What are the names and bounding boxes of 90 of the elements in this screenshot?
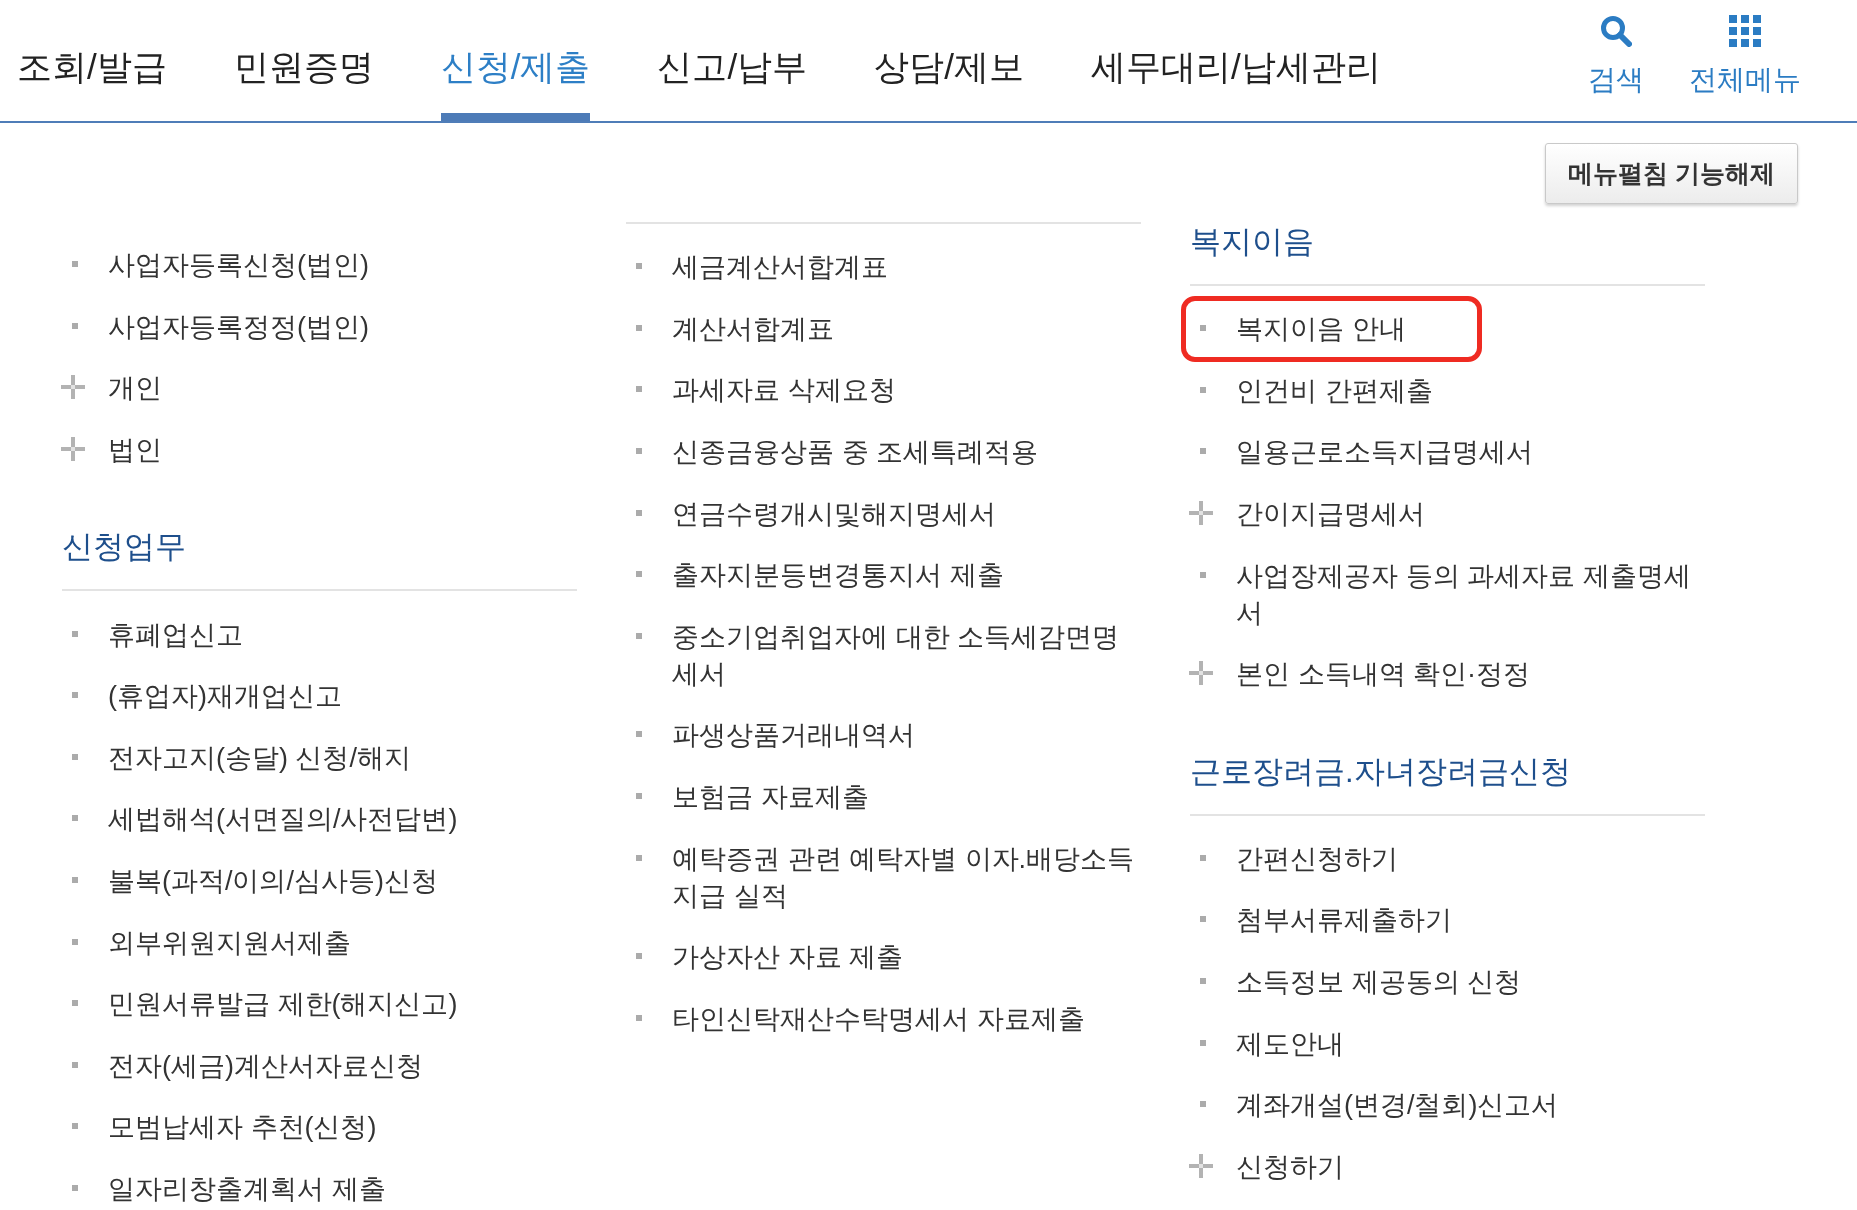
menu-link[interactable]: 모범납세자 추천(신청) [108, 1109, 377, 1147]
bullet-icon [1200, 571, 1206, 578]
menu-link[interactable]: 사업장제공자 등의 과세자료 제출명세서 [1236, 557, 1701, 632]
section-heading: 근로장려금.자녀장려금신청 [1190, 752, 1572, 791]
menu-link[interactable]: 불복(과적/이의/심사등)신청 [108, 863, 438, 901]
bullet-icon [72, 322, 78, 329]
menu-link[interactable]: 일용근로소득지급명세서 [1236, 434, 1533, 472]
menu-link[interactable]: 출자지분등변경통지서 제출 [672, 557, 1004, 595]
menu-link[interactable]: 전자고지(송달) 신청/해지 [108, 739, 411, 777]
menu-link[interactable]: (휴업자)재개업신고 [108, 678, 342, 716]
bullet-icon [72, 877, 78, 884]
menu-link[interactable]: 사업자등록신청(법인) [108, 247, 369, 285]
menu-link[interactable]: 과세자료 삭제요청 [672, 372, 896, 410]
bullet-icon [72, 1185, 78, 1191]
bullet-icon [1200, 386, 1206, 393]
bullet-icon [72, 1061, 78, 1068]
bullet-icon [72, 692, 78, 699]
menu-link[interactable]: 민원서류발급 제한(해지신고) [108, 986, 458, 1024]
bullet-icon [1200, 1039, 1206, 1046]
bullet-icon [72, 1000, 78, 1007]
bullet-icon [72, 261, 78, 268]
menu-link[interactable]: 소득정보 제공동의 신청 [1236, 964, 1521, 1002]
bullet-icon [636, 448, 642, 455]
menu-link[interactable]: 타인신탁재산수탁명세서 자료제출 [672, 1000, 1085, 1038]
menu-link[interactable]: 첨부서류제출하기 [1236, 902, 1452, 940]
menu-link[interactable]: 중소기업취업자에 대한 소득세감면명세서 [672, 618, 1137, 693]
menu-link[interactable]: 휴폐업신고 [108, 616, 243, 654]
menu-link[interactable]: 계산서합계표 [672, 310, 834, 348]
plus-icon[interactable] [1189, 661, 1213, 686]
menu-link[interactable]: 보험금 자료제출 [672, 779, 869, 817]
bullet-icon [636, 854, 642, 861]
bullet-icon [72, 753, 78, 760]
menu-link[interactable]: 세금계산서합계표 [672, 249, 888, 287]
bullet-icon [636, 324, 642, 331]
menu-link[interactable]: 계좌개설(변경/철회)신고서 [1236, 1087, 1559, 1125]
search-button[interactable]: 검색 [1588, 15, 1644, 96]
bullet-icon [1200, 854, 1206, 861]
bullet-icon [1200, 448, 1206, 455]
bullet-icon [636, 571, 642, 578]
bullet-icon [72, 630, 78, 637]
bullet-icon [636, 263, 642, 270]
plus-icon[interactable] [1189, 1153, 1213, 1178]
menu-link[interactable]: 가상자산 자료 제출 [672, 939, 903, 977]
menu-link[interactable]: 간편신청하기 [1236, 840, 1398, 878]
nav-tab[interactable]: 신고/납부 [657, 0, 808, 121]
nav-tab[interactable]: 상담/제보 [874, 0, 1024, 121]
menu-link[interactable]: 인건비 간편제출 [1236, 372, 1433, 410]
menu-link[interactable]: 복지이음 안내 [1236, 311, 1406, 349]
menu-link[interactable]: 예탁증권 관련 예탁자별 이자.배당소득 지급 실적 [672, 840, 1137, 915]
bullet-icon [636, 632, 642, 639]
menu-link[interactable]: 연금수령개시및해지명세서 [672, 495, 996, 533]
section-heading: 신청업무 [62, 528, 187, 567]
nav-tab[interactable]: 세무대리/납세관리 [1090, 0, 1381, 121]
menu-link[interactable]: 일자리창출계획서 제출 [108, 1171, 386, 1208]
menu-link[interactable]: 법인 [108, 432, 162, 470]
nav-tab[interactable]: 조회/발급 [17, 0, 167, 121]
plus-icon[interactable] [1189, 501, 1213, 526]
bullet-icon [636, 953, 642, 960]
bullet-icon [1200, 978, 1206, 985]
bullet-icon [72, 938, 78, 945]
menu-toggle-button[interactable]: 메뉴펼침 기능해제 [1545, 143, 1798, 204]
bullet-icon [1200, 325, 1206, 332]
plus-icon[interactable] [61, 437, 85, 462]
section-heading: 복지이음 [1190, 223, 1315, 261]
menu-link[interactable]: 개인 [108, 370, 162, 408]
bullet-icon [636, 1014, 642, 1021]
search-icon [1600, 15, 1632, 47]
menu-link[interactable]: 신종금융상품 중 조세특례적용 [672, 434, 1038, 472]
menu-link[interactable]: 간이지급명세서 [1236, 496, 1425, 534]
bullet-icon [636, 386, 642, 393]
bullet-icon [636, 793, 642, 800]
menu-link[interactable]: 제도안내 [1236, 1025, 1344, 1063]
menu-link[interactable]: 세법해석(서면질의/사전답변) [108, 801, 458, 839]
nav-tab[interactable]: 신청/제출 [440, 0, 591, 121]
bullet-icon [636, 509, 642, 516]
menu-link[interactable]: 외부위원지원서제출 [108, 924, 351, 962]
menu-link[interactable]: 신청하기 [1236, 1148, 1344, 1186]
menu-link[interactable]: 사업자등록정정(법인) [108, 308, 369, 346]
menu-link[interactable]: 전자(세금)계산서자료신청 [108, 1047, 423, 1085]
bullet-icon [636, 731, 642, 738]
all-menu-button[interactable]: 전체메뉴 [1689, 15, 1801, 96]
menu-link[interactable]: 파생상품거래내역서 [672, 717, 915, 755]
nav-tab[interactable]: 민원증명 [233, 0, 374, 121]
bullet-icon [72, 1123, 78, 1130]
bullet-icon [1200, 1101, 1206, 1108]
bullet-icon [72, 815, 78, 822]
plus-icon[interactable] [61, 375, 85, 400]
bullet-icon [1200, 916, 1206, 923]
grid-menu-icon [1729, 15, 1761, 47]
menu-link[interactable]: 본인 소득내역 확인·정정 [1236, 656, 1530, 694]
